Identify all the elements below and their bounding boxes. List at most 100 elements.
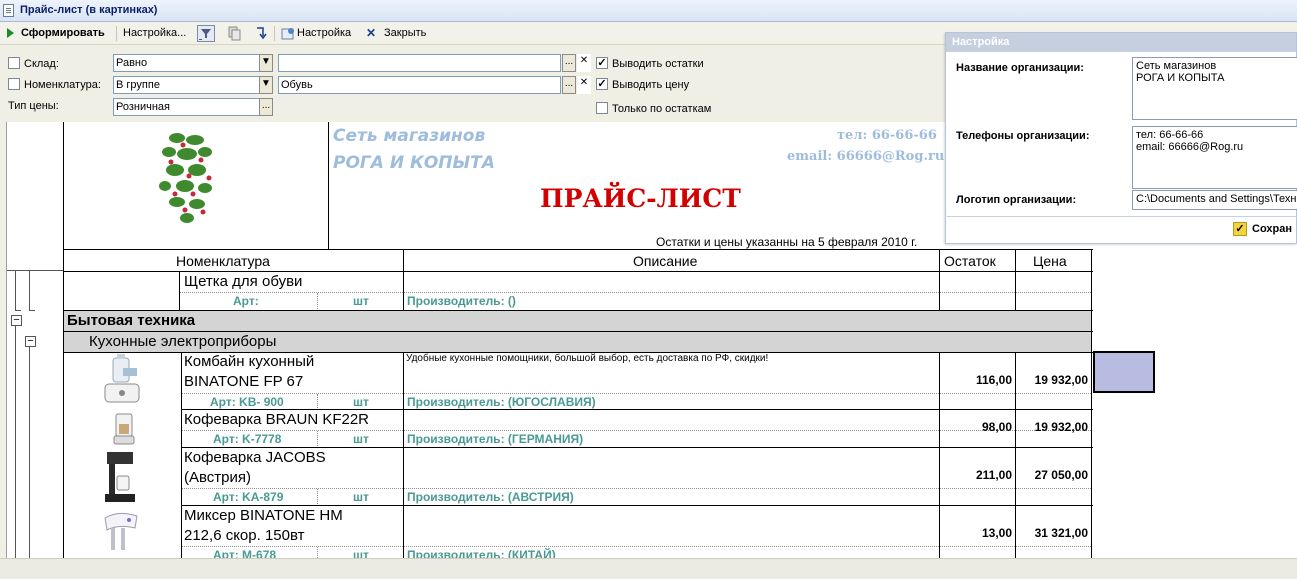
settings-icon[interactable]: [280, 25, 298, 42]
item-price: 27 050,00: [1034, 468, 1088, 482]
date-note: Остатки и цены указанны на 5 февраля 201…: [656, 235, 918, 249]
item-stock: 13,00: [981, 526, 1012, 540]
group-title: Бытовая техника: [67, 312, 196, 329]
show-price-label: Выводить цену: [612, 79, 690, 91]
logo-label: Логотип организации:: [956, 194, 1077, 206]
save-button[interactable]: Сохран: [1252, 223, 1292, 235]
close-icon[interactable]: ✕: [366, 25, 376, 42]
only-stock-label: Только по остаткам: [612, 103, 712, 115]
item-maker: Производитель: (ЮГОСЛАВИЯ): [407, 395, 596, 409]
item-maker: Производитель: (АВСТРИЯ): [407, 490, 574, 504]
chevron-down-icon[interactable]: ▼: [259, 76, 273, 94]
warehouse-value-input[interactable]: [278, 54, 561, 72]
subgroup-title: Кухонные электроприборы: [89, 333, 277, 350]
org-name-line2: РОГА И КОПЫТА: [333, 153, 495, 173]
item-unit: шт: [353, 548, 369, 558]
warehouse-checkbox[interactable]: [8, 57, 20, 69]
warehouse-label: Склад:: [24, 58, 59, 70]
collapse-icon[interactable]: −: [25, 336, 36, 347]
warehouse-condition-select[interactable]: Равно: [113, 54, 260, 72]
close-button[interactable]: Закрыть: [384, 25, 426, 42]
phones-textarea[interactable]: тел: 66-66-66 email: 66666@Rog.ru: [1132, 126, 1297, 189]
item-maker: Производитель: (): [407, 294, 516, 308]
phones-value-line1: тел: 66-66-66: [1136, 129, 1204, 141]
item-price: 31 321,00: [1034, 526, 1088, 540]
window-title-bar: Прайс-лист (в картинках): [0, 0, 1297, 22]
copy-icon[interactable]: [226, 25, 244, 42]
filter-icon[interactable]: [197, 25, 215, 42]
logo-image: [157, 130, 217, 231]
group-row: [64, 311, 1091, 331]
org-name-textarea[interactable]: Сеть магазинов РОГА И КОПЫТА: [1132, 57, 1297, 120]
org-name-value-line1: Сеть магазинов: [1136, 60, 1217, 72]
select-button[interactable]: ...: [562, 76, 576, 94]
nomenclature-label: Номенклатура:: [24, 79, 101, 91]
item-name: Кофеварка JACOBS: [184, 449, 326, 466]
item-unit: шт: [353, 294, 369, 308]
item-name-line2: (Австрия): [184, 469, 252, 486]
nomenclature-condition-select[interactable]: В группе: [113, 76, 260, 94]
column-header-nomenclature: Номенклатура: [176, 253, 270, 269]
collapse-icon[interactable]: −: [11, 315, 22, 326]
column-header-stock: Остаток: [944, 253, 996, 269]
item-unit: шт: [353, 490, 369, 504]
phones-value-line2: email: 66666@Rog.ru: [1136, 141, 1244, 153]
only-stock-checkbox[interactable]: [596, 102, 608, 114]
item-name: Комбайн кухонный: [184, 353, 315, 370]
document-icon: [3, 4, 14, 17]
settings-button[interactable]: Настройка: [297, 25, 351, 42]
price-type-input[interactable]: Розничная: [113, 98, 260, 116]
item-stock: 211,00: [975, 468, 1012, 482]
item-name-line2: BINATONE FP 67: [184, 373, 304, 390]
chevron-down-icon[interactable]: ▼: [259, 54, 273, 72]
item-maker: Производитель: (ГЕРМАНИЯ): [407, 432, 584, 446]
price-type-label: Тип цены:: [8, 100, 59, 112]
item-article: Арт: KB- 900: [210, 395, 284, 409]
org-name-value-line2: РОГА И КОПЫТА: [1136, 72, 1225, 84]
item-stock: 116,00: [975, 373, 1012, 387]
phones-label: Телефоны организации:: [956, 130, 1090, 142]
item-article: Арт:: [233, 294, 259, 308]
show-stock-checkbox[interactable]: ✓: [596, 57, 608, 69]
product-image: [111, 412, 137, 449]
settings-menu-button[interactable]: Настройка...: [123, 25, 186, 42]
item-name: Кофеварка BRAUN KF22R: [184, 411, 370, 428]
item-maker: Производитель: (КИТАЙ): [407, 548, 556, 558]
logo-path-input[interactable]: C:\Documents and Settings\Техн: [1132, 190, 1297, 210]
item-price: 19 932,00: [1034, 373, 1088, 387]
show-stock-label: Выводить остатки: [612, 58, 704, 70]
product-image: [99, 508, 143, 558]
refresh-icon[interactable]: [252, 25, 270, 42]
org-name-line1: Сеть магазинов: [333, 126, 486, 146]
check-icon: ✓: [1233, 222, 1247, 236]
selected-cell[interactable]: [1093, 351, 1155, 393]
nomenclature-checkbox[interactable]: [8, 78, 20, 90]
select-button[interactable]: ...: [259, 98, 273, 116]
nomenclature-value-input[interactable]: Обувь: [278, 76, 561, 94]
item-article: Арт: M-678: [213, 548, 277, 558]
window-title: Прайс-лист (в картинках): [20, 4, 158, 16]
product-image: [95, 354, 151, 411]
toolbar-separator: [116, 26, 117, 41]
generate-button[interactable]: Сформировать: [21, 25, 105, 42]
item-unit: шт: [353, 395, 369, 409]
item-name-line2: 212,6 скор. 150вт: [184, 527, 305, 544]
item-name: Миксер BINATONE HM: [184, 507, 343, 524]
report-title: ПРАЙС-ЛИСТ: [540, 184, 741, 213]
item-article: Арт: K-7778: [213, 432, 282, 446]
item-article: Арт: KA-879: [213, 490, 284, 504]
item-stock: 98,00: [981, 420, 1012, 434]
status-bar: [0, 558, 1297, 579]
clear-icon[interactable]: ✕: [577, 54, 591, 72]
org-name-label: Название организации:: [956, 62, 1084, 74]
item-unit: шт: [353, 432, 369, 446]
item-name: Щетка для обуви: [184, 273, 303, 290]
clear-icon[interactable]: ✕: [577, 76, 591, 94]
select-button[interactable]: ...: [562, 54, 576, 72]
item-description: Удобные кухонные помощники, большой выбо…: [406, 353, 769, 364]
settings-panel: Настройка Название организации: Сеть маг…: [945, 32, 1297, 244]
org-email: email: 66666@Rog.ru: [787, 149, 945, 164]
settings-panel-header: Настройка: [946, 33, 1296, 52]
show-price-checkbox[interactable]: ✓: [596, 78, 608, 90]
column-header-description: Описание: [633, 253, 698, 269]
